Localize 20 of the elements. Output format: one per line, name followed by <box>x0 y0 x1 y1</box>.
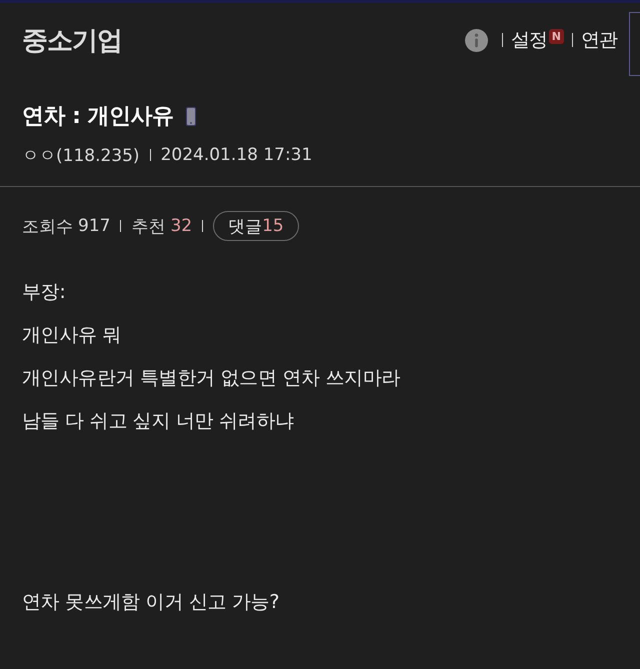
board-title[interactable]: 중소기업 <box>22 22 122 58</box>
phone-icon <box>186 106 196 126</box>
comments-button[interactable]: 댓글15 <box>213 211 299 241</box>
body-text: 남들 다 쉬고 싶지 너만 쉬려하냐 <box>22 409 295 434</box>
outlined-box <box>629 12 640 76</box>
post-date: 2024.01.18 17:31 <box>160 145 312 165</box>
stat-value: 917 <box>78 216 110 236</box>
stat-label: 추천 <box>131 216 166 238</box>
body-text: 부장: <box>22 280 67 305</box>
menu-link[interactable]: 설정 <box>510 27 547 53</box>
body-text: 개인사유란거 특별한거 없으면 연차 쓰지마라 <box>22 366 402 391</box>
menu-link[interactable]: 연관 <box>581 27 617 53</box>
stat-value: 32 <box>170 216 192 236</box>
new-badge: N <box>548 28 564 44</box>
body-text: 개인사유 뭐 <box>22 323 122 348</box>
body-text: 연차 못쓰게함 이거 신고 가능? <box>22 590 280 615</box>
stat-label: 조회수 <box>22 216 73 238</box>
writer-name: ㅇㅇ(118.235) <box>22 144 140 166</box>
info-icon[interactable] <box>464 28 488 52</box>
post-title: 연차 : 개인사유 <box>22 103 174 131</box>
